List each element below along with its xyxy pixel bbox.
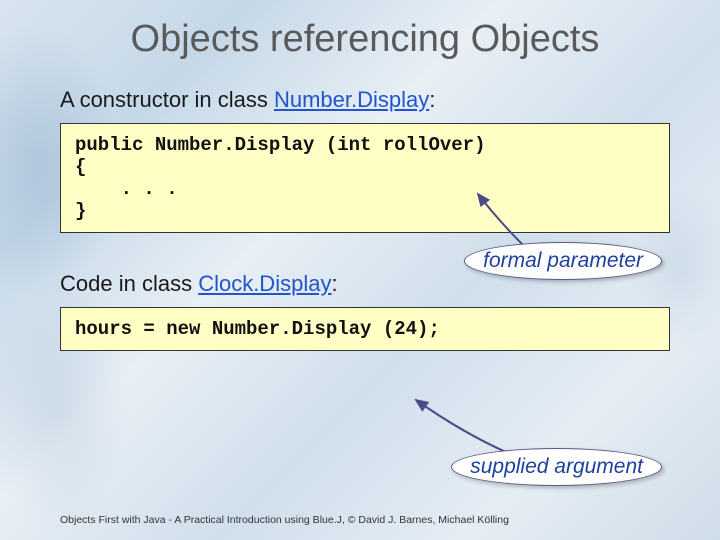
code-box-2: hours = new Number.Display (24);: [60, 307, 670, 351]
section1-intro-prefix: A constructor in class: [60, 87, 274, 112]
slide-title: Objects referencing Objects: [60, 18, 670, 61]
section2-intro-suffix: :: [331, 271, 337, 296]
code1: public Number.Display (int rollOver) { .…: [75, 134, 485, 222]
callout-supplied-argument: supplied argument: [451, 448, 662, 486]
section1-classname: Number.Display: [274, 87, 429, 112]
callout-formal-parameter: formal parameter: [464, 242, 662, 280]
section2-classname: Clock.Display: [198, 271, 331, 296]
section1-intro-suffix: :: [429, 87, 435, 112]
footer: Objects First with Java - A Practical In…: [60, 514, 670, 526]
code2: hours = new Number.Display (24);: [75, 318, 440, 340]
section2-intro-prefix: Code in class: [60, 271, 198, 296]
code-box-1: public Number.Display (int rollOver) { .…: [60, 123, 670, 233]
section1-intro: A constructor in class Number.Display:: [60, 87, 670, 113]
